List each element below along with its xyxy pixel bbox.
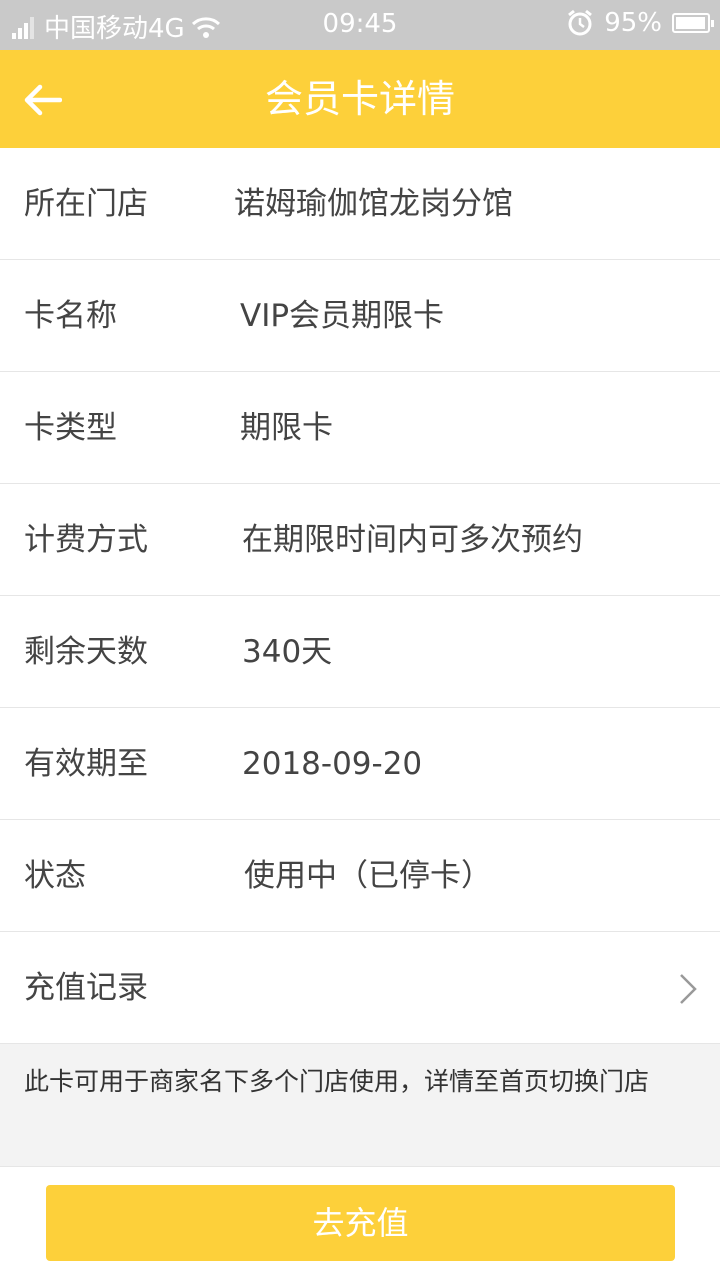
- battery-icon: [672, 13, 714, 33]
- row-card-type: 卡类型 期限卡: [0, 372, 720, 484]
- row-value: 诺姆瑜伽馆龙岗分馆: [234, 186, 513, 222]
- row-value: 在期限时间内可多次预约: [242, 522, 583, 558]
- row-label: 计费方式: [24, 522, 148, 558]
- row-label: 有效期至: [24, 746, 148, 782]
- row-status: 状态 使用中（已停卡）: [0, 820, 720, 932]
- row-label: 状态: [24, 858, 86, 894]
- row-value: VIP会员期限卡: [240, 298, 445, 334]
- row-billing: 计费方式 在期限时间内可多次预约: [0, 484, 720, 596]
- header-bar: 会员卡详情: [0, 50, 720, 148]
- battery-percent: 95%: [604, 8, 662, 38]
- card-detail-list: 所在门店 诺姆瑜伽馆龙岗分馆 卡名称 VIP会员期限卡 卡类型 期限卡 计费方式…: [0, 148, 720, 1044]
- recharge-record-row[interactable]: 充值记录: [0, 932, 720, 1044]
- chevron-right-icon: [680, 974, 697, 1004]
- row-label: 所在门店: [24, 186, 148, 222]
- row-value: 2018-09-20: [242, 746, 423, 782]
- row-value: 期限卡: [240, 410, 333, 446]
- alarm-clock-icon: [568, 9, 593, 36]
- row-remaining-days: 剩余天数 340天: [0, 596, 720, 708]
- status-bar: 中国移动4G 09:45 95%: [0, 0, 720, 50]
- row-label: 卡类型: [24, 410, 117, 446]
- multi-store-note: 此卡可用于商家名下多个门店使用，详情至首页切换门店: [24, 1067, 650, 1096]
- recharge-button[interactable]: 去充值: [46, 1185, 675, 1261]
- row-label: 剩余天数: [24, 634, 148, 670]
- row-value: 使用中（已停卡）: [244, 858, 492, 894]
- row-expiry: 有效期至 2018-09-20: [0, 708, 720, 820]
- row-store: 所在门店 诺姆瑜伽馆龙岗分馆: [0, 148, 720, 260]
- row-label: 卡名称: [24, 298, 117, 334]
- footer-bar: 去充值: [0, 1166, 720, 1280]
- row-card-name: 卡名称 VIP会员期限卡: [0, 260, 720, 372]
- row-label: 充值记录: [24, 970, 148, 1006]
- row-value: 340天: [242, 634, 333, 670]
- status-right: 95%: [566, 8, 714, 38]
- page-title: 会员卡详情: [264, 77, 455, 121]
